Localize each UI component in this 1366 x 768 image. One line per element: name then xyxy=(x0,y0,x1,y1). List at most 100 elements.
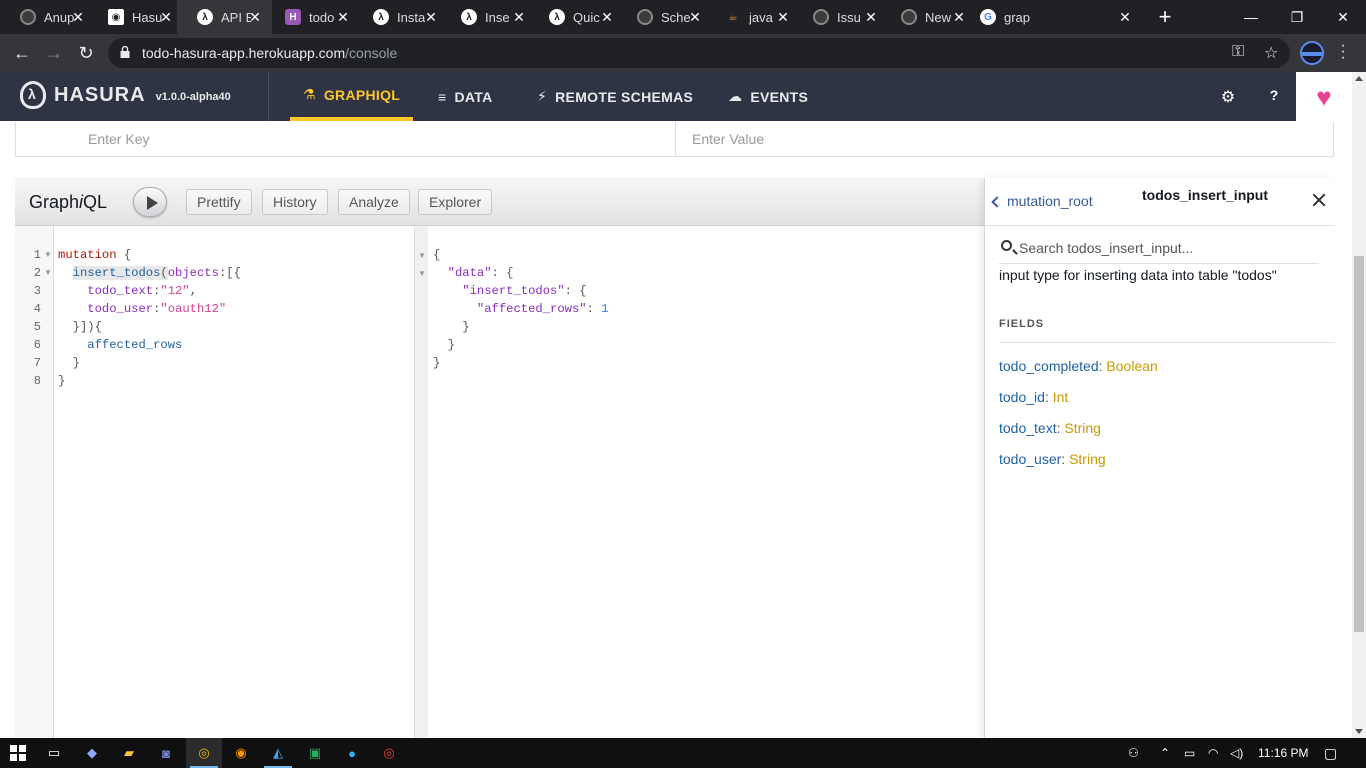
close-icon[interactable]: ✕ xyxy=(424,9,438,25)
prettify-button[interactable]: Prettify xyxy=(186,189,252,215)
window-close-button[interactable]: ✕ xyxy=(1320,0,1366,34)
app-icon[interactable]: ◆ xyxy=(74,738,110,768)
browser-tab[interactable]: λ Quic ✕ xyxy=(529,0,624,34)
reload-icon[interactable]: ↻ xyxy=(74,41,98,65)
star-icon[interactable]: ☆ xyxy=(1264,43,1278,63)
address-bar[interactable]: todo-hasura-app.herokuapp.com/console ⚿ … xyxy=(108,38,1290,68)
field-type-link[interactable]: String xyxy=(1064,420,1101,436)
field-row: todo_id: Int xyxy=(999,389,1069,405)
history-button[interactable]: History xyxy=(262,189,328,215)
nav-events[interactable]: ☁ EVENTS xyxy=(728,72,808,121)
docs-header: mutation_root todos_insert_input xyxy=(985,178,1335,226)
field-type-link[interactable]: Boolean xyxy=(1106,358,1157,374)
close-icon[interactable]: ✕ xyxy=(248,9,262,25)
close-icon[interactable]: ✕ xyxy=(688,9,702,25)
volume-icon[interactable]: ◁) xyxy=(1230,738,1243,768)
back-arrow-icon[interactable]: ← xyxy=(10,41,34,65)
fold-icon[interactable]: ▼ xyxy=(44,268,52,277)
docs-back-link[interactable]: mutation_root xyxy=(991,193,1093,209)
people-icon[interactable]: ⚇ xyxy=(1128,738,1139,768)
forward-arrow-icon[interactable]: → xyxy=(42,41,66,65)
messenger-icon[interactable]: ● xyxy=(334,738,370,768)
clock[interactable]: 11:16 PM xyxy=(1258,738,1308,768)
header-value-input[interactable] xyxy=(676,122,1333,156)
close-icon[interactable]: ✕ xyxy=(71,9,85,25)
scroll-down-icon[interactable] xyxy=(1355,729,1363,734)
google-icon: G xyxy=(980,9,996,25)
chrome-icon[interactable]: ◎ xyxy=(186,738,222,768)
restore-button[interactable]: ❐ xyxy=(1274,0,1320,34)
battery-icon[interactable]: ▭ xyxy=(1184,738,1195,768)
close-icon[interactable]: ✕ xyxy=(159,9,173,25)
fold-icon[interactable]: ▼ xyxy=(44,250,52,259)
fold-icon[interactable]: ▼ xyxy=(418,251,426,260)
query-editor[interactable]: 1 ▼ 2 ▼ 3 4 5 6 7 8 mutation { insert_to… xyxy=(15,226,415,738)
close-icon[interactable]: ✕ xyxy=(776,9,790,25)
field-type-link[interactable]: Int xyxy=(1053,389,1069,405)
browser-tab[interactable]: Issu ✕ xyxy=(793,0,888,34)
vscode-icon[interactable]: ◭ xyxy=(260,738,296,768)
browser-tab[interactable]: ◉ Hasu ✕ xyxy=(88,0,183,34)
field-name[interactable]: todo_completed xyxy=(999,358,1099,374)
profile-avatar[interactable] xyxy=(1300,41,1324,65)
field-name[interactable]: todo_user xyxy=(999,451,1061,467)
browser-tab[interactable]: λ Insta ✕ xyxy=(353,0,448,34)
nav-data[interactable]: ≡ DATA xyxy=(438,72,493,121)
docs-search-input[interactable] xyxy=(1019,238,1309,258)
hasura-logo[interactable]: HASURA v1.0.0-alpha40 xyxy=(20,81,231,109)
close-icon[interactable] xyxy=(1311,192,1327,208)
editor-icon[interactable]: ▣ xyxy=(297,738,333,768)
url-text[interactable]: todo-hasura-app.herokuapp.com/console xyxy=(142,45,397,61)
close-icon[interactable]: ✕ xyxy=(864,9,878,25)
browser-tab[interactable]: H todo ✕ xyxy=(265,0,360,34)
heart-button[interactable]: ♥ xyxy=(1296,72,1352,121)
notification-icon[interactable]: ▢ xyxy=(1324,738,1337,768)
close-icon[interactable]: ✕ xyxy=(336,9,350,25)
wifi-icon[interactable]: ◠ xyxy=(1208,738,1218,768)
browser-tab[interactable]: λ Inse ✕ xyxy=(441,0,536,34)
page-scrollbar[interactable] xyxy=(1352,72,1366,738)
run-query-button[interactable] xyxy=(133,187,167,217)
nav-remote-schemas[interactable]: ⚡ REMOTE SCHEMAS xyxy=(537,72,693,121)
browser-tab-strip: Anup ✕ ◉ Hasu ✕ λ API E ✕ H todo ✕ λ Ins… xyxy=(0,0,1366,34)
key-icon[interactable]: ⚿ xyxy=(1232,43,1244,61)
browser-tab[interactable]: ☕ java ✕ xyxy=(705,0,800,34)
firefox-icon[interactable]: ◉ xyxy=(223,738,259,768)
browser-tab[interactable]: Sche ✕ xyxy=(617,0,712,34)
chevron-up-icon[interactable]: ⌃ xyxy=(1160,738,1170,768)
close-icon[interactable]: ✕ xyxy=(1118,9,1132,25)
close-icon[interactable]: ✕ xyxy=(600,9,614,25)
help-button[interactable]: ? xyxy=(1264,87,1284,103)
tab-title: Insta xyxy=(397,9,426,25)
fold-icon[interactable]: ▼ xyxy=(418,269,426,278)
menu-dots-icon[interactable]: · · · xyxy=(1336,38,1350,66)
windows-start-icon[interactable] xyxy=(0,738,36,768)
discord-icon[interactable]: ◙ xyxy=(148,738,184,768)
file-explorer-icon[interactable]: ▰ xyxy=(111,738,147,768)
minimize-button[interactable]: — xyxy=(1228,0,1274,34)
scroll-thumb[interactable] xyxy=(1354,256,1364,632)
gear-icon[interactable]: ⚙ xyxy=(1218,87,1238,107)
nav-graphiql[interactable]: ⚗ GRAPHIQL xyxy=(290,72,414,121)
task-view-icon[interactable]: ▭ xyxy=(36,738,72,768)
new-tab-button[interactable]: + xyxy=(1153,4,1177,30)
field-row: todo_user: String xyxy=(999,451,1106,467)
browser-tab[interactable]: G grap ✕ xyxy=(960,0,1140,34)
result-viewer[interactable]: ▼ ▼ { "data": { "insert_todos": { "affec… xyxy=(415,226,984,738)
header-key-input[interactable] xyxy=(16,122,675,156)
scroll-up-icon[interactable] xyxy=(1355,76,1363,81)
browser-tab[interactable]: Anup ✕ xyxy=(0,0,95,34)
analyze-button[interactable]: Analyze xyxy=(338,189,410,215)
github-icon xyxy=(637,9,653,25)
graphiql-toolbar: GraphiQL Prettify History Analyze Explor… xyxy=(15,178,984,226)
line-number: 7 xyxy=(33,356,41,370)
field-type-link[interactable]: String xyxy=(1069,451,1106,467)
logo-text: HASURA xyxy=(54,83,146,106)
tab-title: Sche xyxy=(661,9,691,25)
field-name[interactable]: todo_text xyxy=(999,420,1057,436)
explorer-button[interactable]: Explorer xyxy=(418,189,493,215)
chrome-alt-icon[interactable]: ◎ xyxy=(371,738,407,768)
close-icon[interactable]: ✕ xyxy=(512,9,526,25)
field-name[interactable]: todo_id xyxy=(999,389,1045,405)
browser-tab-active[interactable]: λ API E ✕ xyxy=(177,0,272,34)
